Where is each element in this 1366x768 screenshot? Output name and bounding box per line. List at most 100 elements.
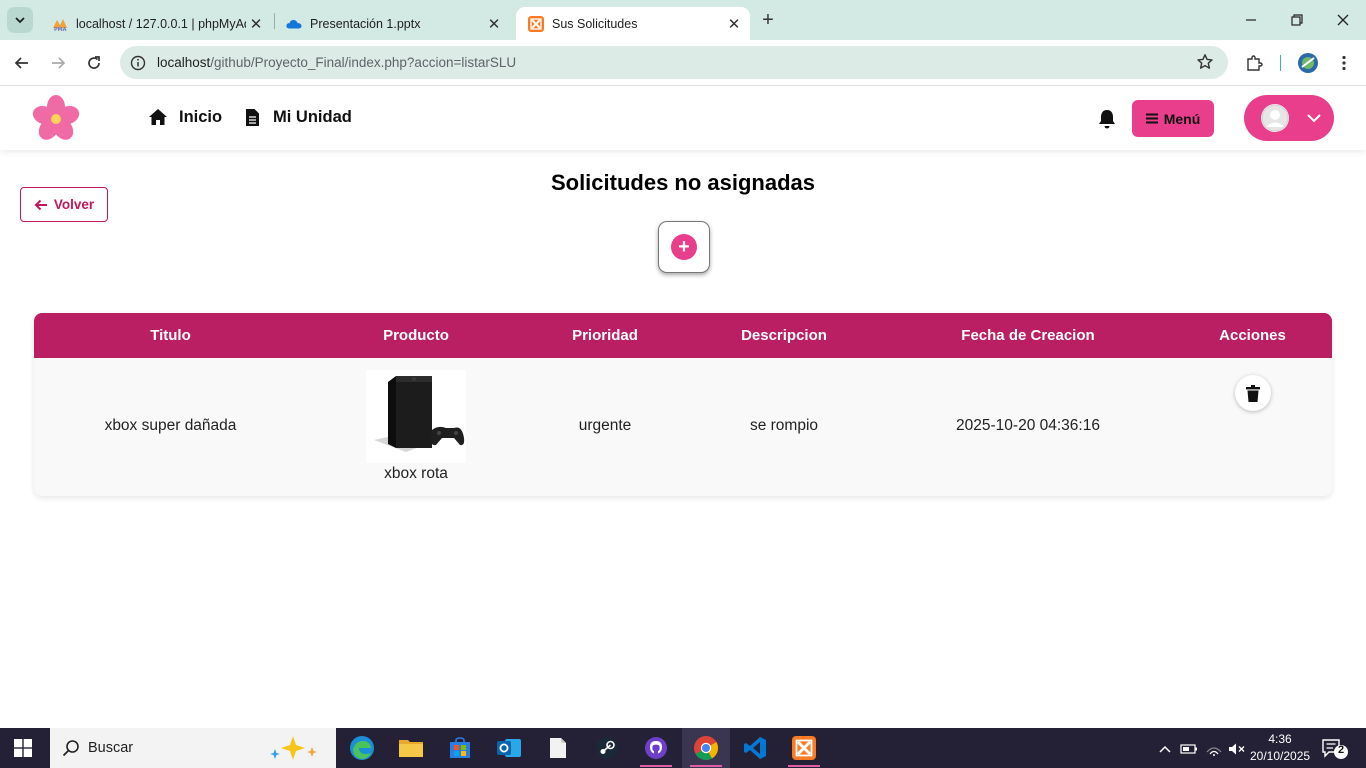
delete-button[interactable] — [1235, 375, 1271, 411]
copilot-sparkle-icon — [266, 735, 328, 761]
restore-button[interactable] — [1274, 0, 1320, 40]
close-icon[interactable]: ✕ — [484, 14, 504, 34]
browser-toolbar: localhost/github/Proyecto_Final/index.ph… — [0, 40, 1366, 86]
col-header-descripcion: Descripcion — [741, 327, 827, 344]
taskbar-file-explorer[interactable] — [387, 728, 435, 768]
arrow-left-icon — [14, 57, 28, 69]
flower-logo-icon[interactable] — [31, 94, 81, 144]
col-header-acciones: Acciones — [1219, 327, 1286, 344]
taskbar-store[interactable] — [436, 728, 484, 768]
wifi-icon[interactable] — [1205, 740, 1223, 758]
steam-icon — [596, 737, 618, 759]
xampp-icon — [792, 736, 816, 760]
cell-titulo: xbox super dañada — [104, 417, 237, 434]
close-icon — [1337, 14, 1349, 26]
col-header-prioridad: Prioridad — [572, 327, 638, 344]
url-host: localhost — [157, 55, 211, 70]
github-icon — [645, 737, 667, 759]
profile-avatar-icon — [1298, 53, 1318, 73]
add-solicitud-button[interactable]: + — [658, 221, 710, 273]
close-icon[interactable]: ✕ — [246, 14, 266, 34]
cell-descripcion: se rompio — [749, 417, 819, 434]
reload-icon — [88, 56, 100, 69]
tab-sus-solicitudes[interactable]: Sus Solicitudes ✕ — [516, 7, 750, 40]
page-title: Solicitudes no asignadas — [550, 170, 816, 195]
nav-mi-unidad[interactable]: Mi Unidad — [242, 107, 352, 127]
vscode-icon — [744, 737, 766, 759]
phpmyadmin-icon: PMA — [52, 16, 68, 32]
taskbar-notepad[interactable] — [534, 728, 582, 768]
cell-producto-label: xbox rota — [384, 465, 448, 482]
clock-time: 4:36 — [1268, 732, 1292, 746]
windows-taskbar: Buscar 4:36 20/10/2025 2 — [0, 728, 1366, 768]
taskbar-outlook[interactable] — [485, 728, 533, 768]
back-button[interactable] — [8, 49, 36, 77]
cell-fecha: 2025-10-20 04:36:16 — [956, 417, 1100, 434]
bookmark-star-icon[interactable] — [1196, 53, 1214, 71]
tab-title: localhost / 127.0.0.1 | phpMyAd — [76, 16, 246, 31]
menu-button[interactable]: Menú — [1132, 100, 1214, 137]
close-icon[interactable]: ✕ — [724, 14, 744, 34]
address-bar[interactable]: localhost/github/Proyecto_Final/index.ph… — [120, 46, 1228, 79]
taskbar-steam[interactable] — [583, 728, 631, 768]
chrome-icon — [694, 736, 719, 761]
col-header-titulo: Titulo — [150, 327, 191, 344]
tray-chevron-up-icon[interactable] — [1156, 740, 1174, 758]
taskbar-edge[interactable] — [338, 728, 386, 768]
taskbar-github-desktop[interactable] — [632, 728, 680, 768]
plus-icon: + — [671, 234, 697, 260]
outlook-icon — [497, 739, 521, 757]
clock-date: 20/10/2025 — [1250, 749, 1311, 763]
notification-count: 2 — [1337, 744, 1345, 756]
windows-start-icon[interactable] — [14, 739, 32, 757]
taskbar-search[interactable]: Buscar — [50, 728, 336, 768]
edge-icon — [350, 736, 374, 760]
kebab-menu-icon — [1342, 55, 1346, 71]
arrow-left-icon — [34, 199, 48, 211]
minimize-button[interactable] — [1228, 0, 1274, 40]
taskbar-vscode[interactable] — [731, 728, 779, 768]
user-dropdown-button[interactable] — [1244, 95, 1334, 141]
tab-presentacion[interactable]: Presentación 1.pptx ✕ — [274, 7, 510, 40]
file-icon — [242, 107, 262, 127]
minimize-icon — [1246, 19, 1256, 21]
product-image — [366, 370, 466, 463]
tab-search-button[interactable] — [7, 7, 33, 33]
nav-inicio-label: Inicio — [179, 107, 223, 126]
reload-button[interactable] — [80, 49, 108, 77]
toolbar-separator — [1280, 55, 1281, 71]
store-icon — [450, 737, 470, 758]
solicitudes-table: Titulo Producto Prioridad Descripcion Fe… — [34, 313, 1332, 496]
profile-button[interactable] — [1296, 51, 1320, 75]
folder-icon — [399, 740, 423, 757]
taskbar-xampp[interactable] — [780, 728, 828, 768]
menu-button-label: Menú — [1163, 110, 1201, 127]
battery-icon[interactable] — [1180, 740, 1198, 758]
search-placeholder: Buscar — [88, 740, 134, 756]
avatar — [1261, 104, 1289, 132]
bell-icon[interactable] — [1097, 108, 1117, 130]
url-path: /github/Proyecto_Final/index.php?accion=… — [210, 55, 517, 70]
onedrive-icon — [286, 16, 302, 32]
close-window-button[interactable] — [1320, 0, 1366, 40]
taskbar-clock[interactable]: 4:36 20/10/2025 — [1250, 731, 1310, 765]
extensions-button[interactable] — [1242, 51, 1266, 75]
speaker-muted-icon[interactable] — [1228, 740, 1246, 758]
svg-text:PMA: PMA — [54, 27, 67, 32]
taskbar-chrome[interactable] — [682, 728, 730, 768]
app-navbar: Inicio Mi Unidad Menú — [0, 87, 1366, 150]
nav-inicio[interactable]: Inicio — [148, 107, 222, 127]
table-header: Titulo Producto Prioridad Descripcion Fe… — [34, 313, 1332, 358]
site-info-icon[interactable] — [128, 53, 148, 73]
col-header-producto: Producto — [383, 327, 449, 344]
document-icon — [550, 738, 566, 758]
new-tab-button[interactable]: + — [757, 9, 779, 31]
tab-phpmyadmin[interactable]: PMA localhost / 127.0.0.1 | phpMyAd ✕ — [40, 7, 272, 40]
home-icon — [148, 107, 168, 127]
notification-center[interactable]: 2 — [1322, 738, 1350, 760]
chrome-menu-button[interactable] — [1332, 51, 1356, 75]
forward-button[interactable] — [44, 49, 72, 77]
restore-icon — [1291, 14, 1303, 26]
col-header-fecha: Fecha de Creacion — [961, 327, 1095, 344]
volver-label: Volver — [53, 197, 95, 212]
